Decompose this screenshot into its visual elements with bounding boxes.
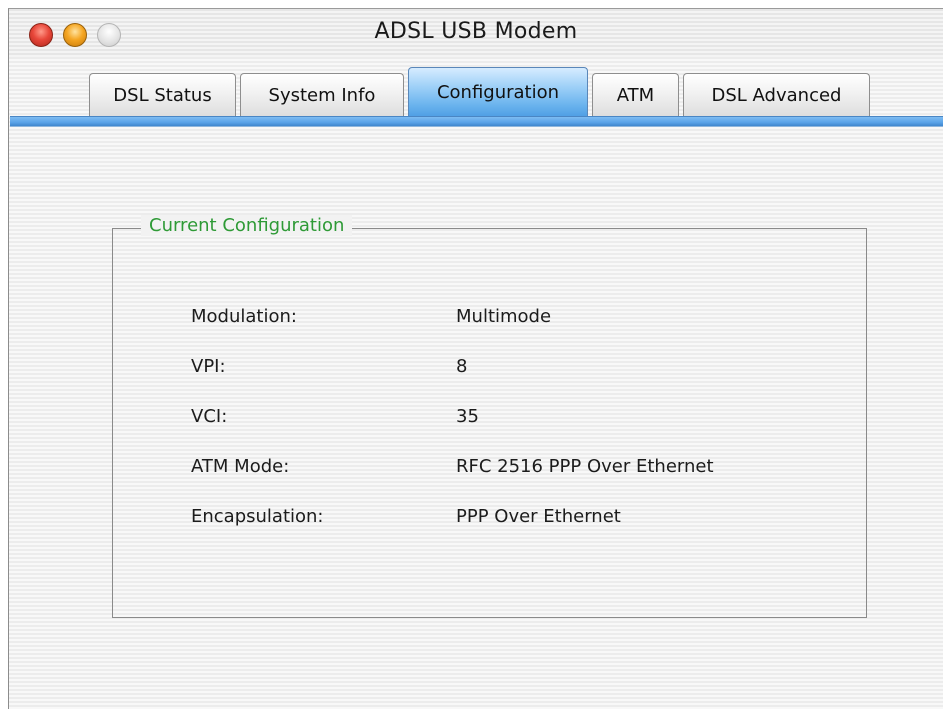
config-value: 35 [456, 406, 479, 427]
config-label: VCI: [191, 406, 228, 427]
tab-dsl-status[interactable]: DSL Status [89, 73, 236, 117]
app-window: ADSL USB Modem DSL Status System Info Co… [8, 8, 943, 709]
current-configuration-group: Current Configuration Modulation: Multim… [112, 215, 867, 618]
tab-bar: DSL Status System Info Configuration ATM… [89, 67, 874, 117]
config-label: ATM Mode: [191, 456, 290, 477]
tab-content-divider [10, 116, 943, 127]
config-value: 8 [456, 356, 468, 377]
window-title: ADSL USB Modem [374, 19, 578, 44]
config-label: Encapsulation: [191, 506, 324, 527]
title-bar[interactable]: ADSL USB Modem [9, 9, 943, 57]
config-value: Multimode [456, 306, 552, 327]
tab-atm[interactable]: ATM [592, 73, 679, 117]
config-label: VPI: [191, 356, 226, 377]
config-label: Modulation: [191, 306, 297, 327]
config-value: RFC 2516 PPP Over Ethernet [456, 456, 714, 477]
group-legend: Current Configuration [141, 215, 353, 236]
tab-dsl-advanced[interactable]: DSL Advanced [683, 73, 870, 117]
config-value: PPP Over Ethernet [456, 506, 621, 527]
tab-system-info[interactable]: System Info [240, 73, 404, 117]
tab-configuration[interactable]: Configuration [408, 67, 588, 117]
